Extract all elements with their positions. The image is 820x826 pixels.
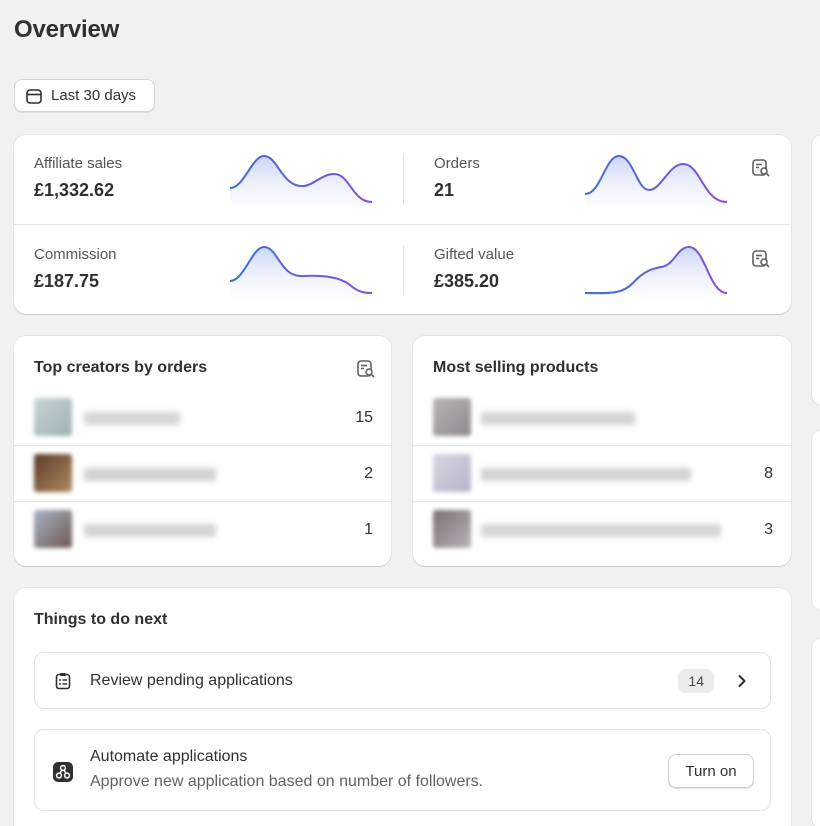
report-search-icon[interactable]: [751, 158, 771, 178]
card-title: Top creators by orders: [34, 359, 208, 376]
product-sales-count: 8: [764, 464, 773, 482]
product-thumbnail: [433, 454, 471, 492]
metric-label: Gifted value: [434, 246, 515, 263]
task-review-applications[interactable]: Review pending applications 14: [34, 652, 771, 709]
date-range-label: Last 30 days: [51, 87, 137, 104]
divider: [403, 245, 404, 295]
product-sales-count: 3: [764, 520, 773, 538]
task-label: Review pending applications: [90, 672, 293, 689]
divider: [14, 224, 791, 225]
report-search-icon[interactable]: [356, 359, 376, 379]
product-name-redacted: [481, 468, 691, 481]
product-thumbnail: [433, 398, 471, 436]
card-title: Things to do next: [34, 611, 168, 628]
metric-orders[interactable]: Orders 21: [434, 155, 480, 201]
calendar-icon: [26, 88, 42, 104]
metric-label: Orders: [434, 155, 480, 172]
top-creators-card: Top creators by orders 15 2 1: [14, 336, 391, 566]
divider: [403, 154, 404, 204]
metric-affiliate-sales[interactable]: Affiliate sales £1,332.62: [34, 155, 122, 201]
turn-on-button[interactable]: Turn on: [668, 754, 754, 788]
orders-sparkline: [585, 154, 727, 206]
clipboard-icon: [55, 673, 71, 690]
commission-sparkline: [230, 245, 372, 297]
right-column-card: [812, 430, 820, 610]
creator-name-redacted: [84, 468, 216, 481]
creator-avatar: [34, 454, 72, 492]
creator-avatar: [34, 398, 72, 436]
metrics-card: Affiliate sales £1,332.62 Orders 21 Comm…: [14, 135, 791, 314]
chevron-right-icon: [738, 675, 746, 687]
date-range-button[interactable]: Last 30 days: [14, 79, 155, 112]
metric-value: £187.75: [34, 271, 100, 291]
pending-count-badge: 14: [678, 669, 714, 693]
metric-gifted-value[interactable]: Gifted value £385.20: [434, 246, 514, 292]
product-thumbnail: [433, 510, 471, 548]
creator-name-redacted: [84, 412, 180, 425]
most-selling-products-card: Most selling products 8 3: [413, 336, 791, 566]
task-automate-applications: Automate applications Approve new applic…: [34, 729, 771, 811]
product-name-redacted: [481, 412, 635, 425]
creator-order-count: 15: [355, 409, 373, 426]
card-title: Most selling products: [433, 359, 599, 376]
page-title: Overview: [14, 16, 120, 43]
report-search-icon[interactable]: [751, 249, 771, 269]
product-row[interactable]: 3: [413, 501, 791, 557]
creator-row[interactable]: 2: [14, 445, 391, 501]
product-row[interactable]: [413, 390, 791, 446]
product-name-redacted: [481, 524, 721, 537]
task-label: Automate applications: [90, 748, 248, 765]
metric-value: £385.20: [434, 271, 500, 291]
right-column-card: [812, 638, 820, 826]
metric-value: 21: [434, 180, 455, 200]
gifted-value-sparkline: [585, 245, 727, 297]
automation-icon: [53, 762, 73, 782]
things-to-do-card: Things to do next Review pending applica…: [14, 588, 791, 826]
metric-label: Affiliate sales: [34, 155, 123, 172]
right-column-card: [812, 135, 820, 405]
affiliate-sales-sparkline: [230, 154, 372, 206]
creator-order-count: 1: [364, 520, 373, 538]
product-row[interactable]: 8: [413, 445, 791, 501]
creator-order-count: 2: [364, 464, 373, 482]
creator-name-redacted: [84, 524, 216, 537]
creator-avatar: [34, 510, 72, 548]
metric-label: Commission: [34, 246, 117, 263]
metric-commission[interactable]: Commission £187.75: [34, 246, 117, 292]
task-subtitle: Approve new application based on number …: [90, 773, 484, 790]
creator-row[interactable]: 15: [14, 390, 391, 446]
metric-value: £1,332.62: [34, 180, 115, 200]
creator-row[interactable]: 1: [14, 501, 391, 557]
